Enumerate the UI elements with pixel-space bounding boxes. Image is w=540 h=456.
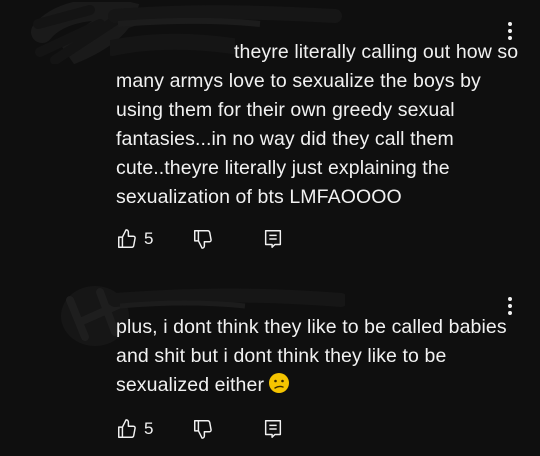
comment-2-text: plus, i dont think they like to be calle… [116,316,507,396]
thumbs-up-icon [118,419,136,438]
comment-2-actions: 5 [116,418,316,444]
reply-icon [264,230,282,248]
comment-2-reply-button[interactable] [262,418,284,440]
comment-1-dislike-button[interactable] [192,228,214,250]
more-vert-icon [508,22,512,26]
more-vert-icon [508,297,512,301]
comment-1-text: theyre literally calling out how so many… [116,41,519,208]
comment-2-like-button[interactable]: 5 [116,418,153,440]
comment-1: theyre literally calling out how so many… [0,0,540,270]
thumbs-up-icon [118,229,136,248]
comment-1-reply-button[interactable] [262,228,284,250]
comment-2-dislike-button[interactable] [192,418,214,440]
comment-2-text-block: plus, i dont think they like to be calle… [116,313,526,403]
reply-icon [264,420,282,438]
comment-1-text-block: theyre literally calling out how so many… [116,38,526,212]
comment-2: plus, i dont think they like to be calle… [0,282,540,456]
like-count: 5 [144,419,154,438]
confused-face-emoji [268,372,290,403]
like-count: 5 [144,229,154,248]
thumbs-down-icon [194,420,212,439]
comment-1-actions: 5 [116,228,316,254]
thumbs-down-icon [194,230,212,249]
comment-1-like-button[interactable]: 5 [116,228,153,250]
